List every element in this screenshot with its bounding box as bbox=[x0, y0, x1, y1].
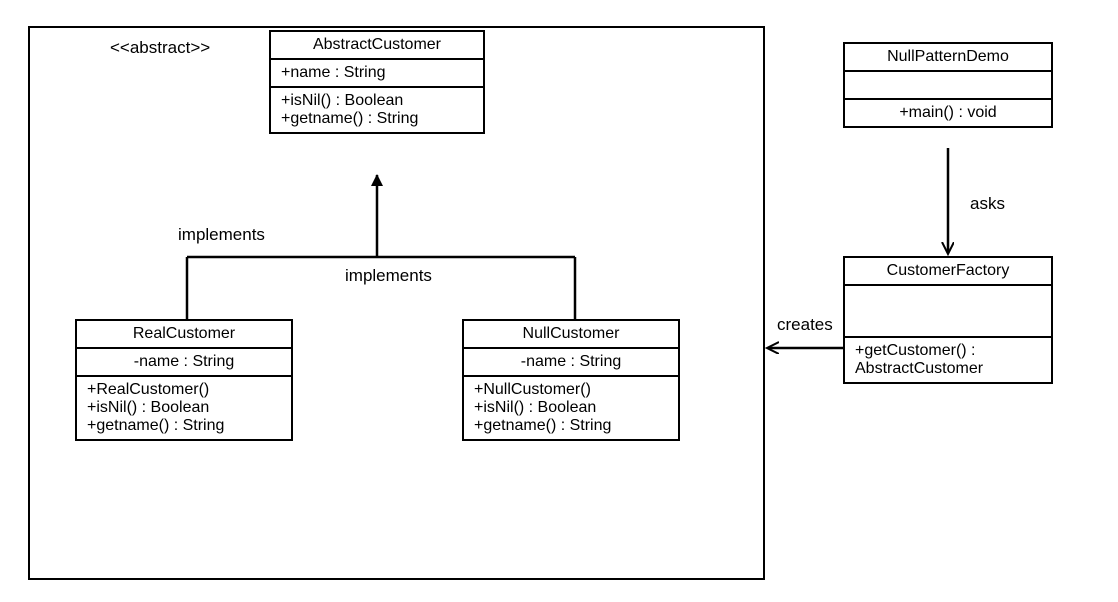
attribute: -name : String bbox=[474, 353, 668, 371]
class-abstract-customer: AbstractCustomer +name : String +isNil()… bbox=[269, 30, 485, 134]
label-creates: creates bbox=[777, 315, 833, 335]
operation: +getname() : String bbox=[281, 110, 473, 128]
stereotype-label: <<abstract>> bbox=[110, 38, 210, 58]
operation: +NullCustomer() bbox=[474, 381, 668, 399]
class-operations: +NullCustomer() +isNil() : Boolean +getn… bbox=[464, 377, 678, 439]
class-attributes: -name : String bbox=[464, 349, 678, 377]
class-title: NullCustomer bbox=[464, 321, 678, 349]
class-title: AbstractCustomer bbox=[271, 32, 483, 60]
class-customer-factory: CustomerFactory +getCustomer() : Abstrac… bbox=[843, 256, 1053, 384]
operation: +getCustomer() : bbox=[855, 342, 1041, 360]
class-title: NullPatternDemo bbox=[845, 44, 1051, 72]
operation: +getname() : String bbox=[474, 417, 668, 435]
class-title: CustomerFactory bbox=[845, 258, 1051, 286]
label-asks: asks bbox=[970, 194, 1005, 214]
operation: +main() : void bbox=[855, 104, 1041, 122]
class-attributes bbox=[845, 72, 1051, 100]
operation: +RealCustomer() bbox=[87, 381, 281, 399]
class-real-customer: RealCustomer -name : String +RealCustome… bbox=[75, 319, 293, 441]
class-attributes: -name : String bbox=[77, 349, 291, 377]
operation: +isNil() : Boolean bbox=[87, 399, 281, 417]
class-operations: +isNil() : Boolean +getname() : String bbox=[271, 88, 483, 132]
class-title: RealCustomer bbox=[77, 321, 291, 349]
operation: +isNil() : Boolean bbox=[281, 92, 473, 110]
class-attributes: +name : String bbox=[271, 60, 483, 88]
class-operations: +getCustomer() : AbstractCustomer bbox=[845, 338, 1051, 382]
class-operations: +main() : void bbox=[845, 100, 1051, 126]
class-null-customer: NullCustomer -name : String +NullCustome… bbox=[462, 319, 680, 441]
operation: +isNil() : Boolean bbox=[474, 399, 668, 417]
operation: AbstractCustomer bbox=[855, 360, 1041, 378]
uml-diagram: <<abstract>> AbstractCustomer +name : St… bbox=[0, 0, 1118, 602]
class-attributes bbox=[845, 286, 1051, 338]
label-implements-left: implements bbox=[178, 225, 265, 245]
class-operations: +RealCustomer() +isNil() : Boolean +getn… bbox=[77, 377, 291, 439]
class-null-pattern-demo: NullPatternDemo +main() : void bbox=[843, 42, 1053, 128]
attribute: -name : String bbox=[87, 353, 281, 371]
operation: +getname() : String bbox=[87, 417, 281, 435]
attribute: +name : String bbox=[281, 64, 473, 82]
label-implements-right: implements bbox=[345, 266, 432, 286]
